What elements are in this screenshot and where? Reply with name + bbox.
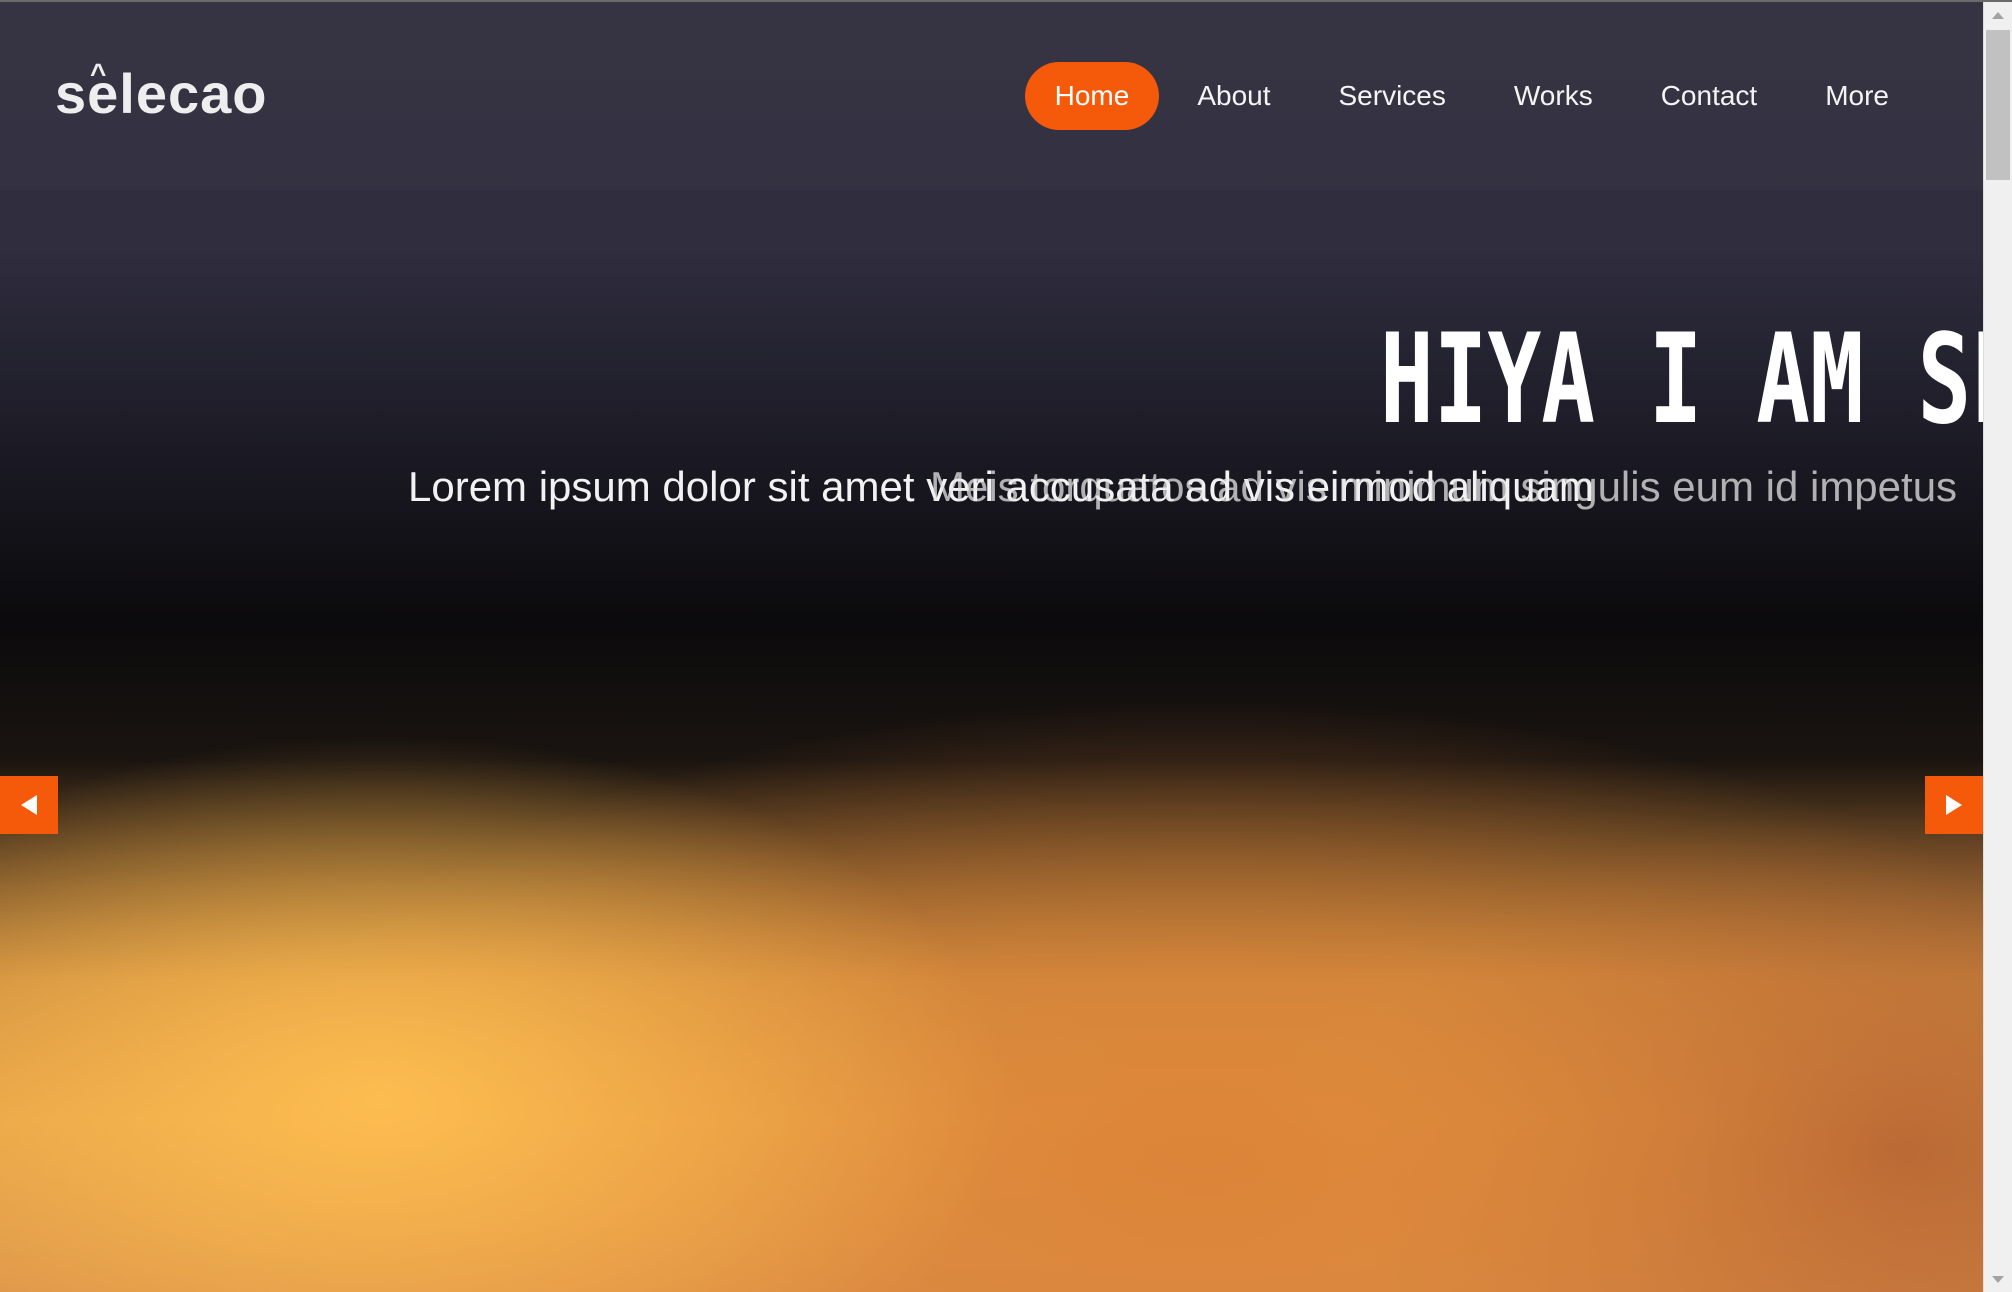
- vertical-scrollbar[interactable]: [1983, 2, 2012, 1292]
- site-logo[interactable]: selecao: [55, 66, 268, 122]
- carousel-prev-button[interactable]: [0, 776, 58, 834]
- nav-item-works[interactable]: Works: [1484, 62, 1623, 130]
- nav-item-services[interactable]: Services: [1309, 62, 1476, 130]
- arrow-left-icon: [21, 795, 37, 815]
- arrow-right-icon: [1946, 795, 1962, 815]
- scroll-up-arrow-icon: [1992, 11, 2004, 19]
- carousel-next-button[interactable]: [1925, 776, 1983, 834]
- scroll-up-button[interactable]: [1984, 2, 2012, 28]
- scroll-down-arrow-icon: [1992, 1275, 2004, 1283]
- nav-item-more[interactable]: More: [1795, 62, 1919, 130]
- hero-subtitle-2: Meis torquatos ad vis minimum singulis e…: [930, 463, 1958, 510]
- scrollbar-thumb[interactable]: [1986, 30, 2010, 180]
- window-top-border: [0, 0, 2012, 2]
- nav-item-home[interactable]: Home: [1024, 62, 1160, 130]
- hero-carousel: ^ selecao Home About Services Works Cont…: [0, 0, 1983, 1292]
- scroll-down-button[interactable]: [1984, 1266, 2012, 1292]
- main-nav: Home About Services Works Contact More: [1024, 62, 1919, 130]
- nav-item-contact[interactable]: Contact: [1631, 62, 1788, 130]
- site-header: ^ selecao Home About Services Works Cont…: [0, 2, 1983, 190]
- hero-title: HIYA I AM SEL: [1380, 308, 1983, 452]
- nav-item-about[interactable]: About: [1167, 62, 1300, 130]
